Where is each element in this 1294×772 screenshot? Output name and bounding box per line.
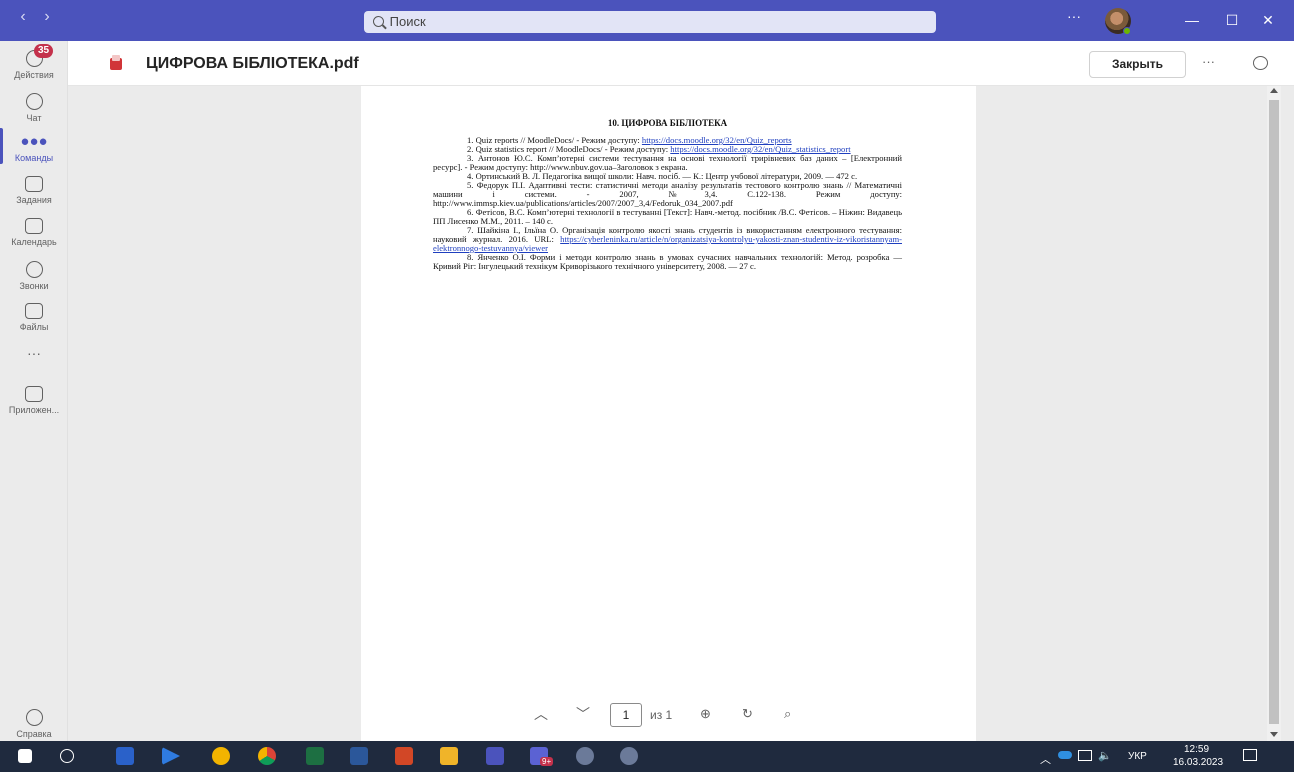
pdf-page: 10. ЦИФРОВА БІБЛІОТЕКА 1. Quiz reports /…: [361, 86, 976, 741]
rail-item-help[interactable]: Справка: [0, 709, 68, 739]
conversation-icon[interactable]: [1253, 56, 1268, 70]
notifications-icon[interactable]: [1243, 749, 1257, 761]
rail-label: Звонки: [19, 281, 49, 291]
file-explorer-icon[interactable]: [440, 747, 458, 765]
document-content: 10. ЦИФРОВА БІБЛІОТЕКА 1. Quiz reports /…: [433, 119, 902, 271]
apps-icon: [25, 386, 43, 402]
rail-label: Команды: [14, 153, 54, 163]
rail-label: Чат: [26, 113, 42, 123]
settings-more-button[interactable]: ···: [1067, 8, 1081, 24]
word-icon[interactable]: [350, 747, 368, 765]
rail-item-chat[interactable]: Чат: [0, 93, 68, 123]
document-heading: 10. ЦИФРОВА БІБЛІОТЕКА: [607, 118, 728, 128]
language-indicator[interactable]: УКР: [1128, 751, 1147, 762]
search-icon: [373, 16, 384, 27]
title-bar: ‹ › Поиск ··· — ☐ ✕: [0, 0, 1294, 41]
scroll-down-arrow-icon[interactable]: [1270, 732, 1278, 737]
page-count: из 1: [650, 708, 673, 722]
windows-start-icon[interactable]: [18, 749, 32, 763]
rail-item-apps[interactable]: Приложен...: [0, 386, 68, 415]
search-document-icon[interactable]: ⌕: [784, 706, 791, 722]
rail-label: Файлы: [19, 322, 49, 332]
pdf-viewer: 10. ЦИФРОВА БІБЛІОТЕКА 1. Quiz reports /…: [68, 86, 1266, 741]
next-page-icon[interactable]: ﹀: [576, 704, 590, 724]
rail-item-teams[interactable]: ●●● Команды: [0, 133, 68, 164]
forward-arrow-icon[interactable]: ›: [36, 8, 58, 26]
volume-icon[interactable]: 🔈: [1098, 749, 1112, 762]
rail-label: Календарь: [11, 237, 57, 247]
reference-item: 8. Янченко О.І. Форми і методи контролю …: [433, 252, 902, 271]
excel-icon[interactable]: [306, 747, 324, 765]
app-yellow-icon[interactable]: [212, 747, 230, 765]
clock-time[interactable]: 12:59: [1184, 744, 1209, 755]
scrollbar-thumb[interactable]: [1269, 100, 1279, 724]
rail-label: Приложен...: [8, 405, 60, 415]
search-placeholder: Поиск: [389, 14, 426, 29]
reference-item: 5. Федорук П.І. Адаптивні тести: статист…: [433, 180, 902, 208]
pdf-file-icon: [110, 55, 122, 70]
clock-date[interactable]: 16.03.2023: [1173, 757, 1223, 768]
search-icon[interactable]: [60, 749, 74, 763]
file-header: ЦИФРОВА БІБЛІОТЕКА.pdf Закрыть ···: [68, 41, 1294, 86]
chat-icon: [25, 93, 43, 110]
onedrive-icon[interactable]: [1058, 751, 1072, 759]
file-icon: [25, 303, 43, 319]
tray-chevron-icon[interactable]: ︿: [1040, 751, 1051, 767]
reference-item: 6. Фетісов, В.С. Комп’ютерні технології …: [433, 207, 902, 226]
search-input[interactable]: Поиск: [364, 11, 936, 33]
network-icon[interactable]: [1078, 750, 1092, 761]
save-disk-icon[interactable]: [116, 747, 134, 765]
back-arrow-icon[interactable]: ‹: [12, 8, 34, 26]
reference-item: 3. Антонов Ю.С. Комп’ютерні системи тест…: [433, 153, 902, 172]
close-button[interactable]: Закрыть: [1089, 51, 1186, 78]
maximize-button[interactable]: ☐: [1212, 0, 1252, 41]
close-window-button[interactable]: ✕: [1248, 0, 1288, 41]
help-icon: [25, 709, 43, 726]
rail-item-calls[interactable]: Звонки: [0, 261, 68, 291]
media-player-icon[interactable]: [162, 747, 180, 765]
rail-item-assignments[interactable]: Задания: [0, 176, 68, 205]
zoom-in-icon[interactable]: ⊕: [700, 706, 711, 722]
previous-page-icon[interactable]: ︿: [534, 704, 548, 724]
rail-more-button[interactable]: ···: [0, 345, 68, 361]
calendar-icon: [25, 218, 43, 234]
powerpoint-icon[interactable]: [395, 747, 413, 765]
document-title: ЦИФРОВА БІБЛІОТЕКА.pdf: [146, 55, 359, 72]
page-toolbar: ︿ ﹀ 1 из 1 ⊕ ↻ ⌕: [520, 698, 800, 732]
page-number-input[interactable]: 1: [610, 703, 642, 727]
teams-icon: ●●●: [20, 133, 48, 150]
reference-item: 7. Шайкіна І., Ільїна О. Організація кон…: [433, 225, 902, 253]
rail-item-calendar[interactable]: Календарь: [0, 218, 68, 247]
scroll-up-arrow-icon[interactable]: [1270, 88, 1278, 93]
rotate-icon[interactable]: ↻: [742, 706, 753, 722]
windows-taskbar: 9+ ︿ 🔈 УКР 12:59 16.03.2023: [0, 741, 1294, 772]
presence-status-icon: [1123, 27, 1131, 35]
rail-item-files[interactable]: Файлы: [0, 303, 68, 332]
app-circle-icon-2[interactable]: [620, 747, 638, 765]
teams-icon[interactable]: [486, 747, 504, 765]
more-options-button[interactable]: ···: [1202, 54, 1215, 69]
vertical-scrollbar[interactable]: [1267, 86, 1281, 741]
teams-taskbar-badge: 9+: [540, 757, 554, 766]
rail-label: Действия: [14, 70, 54, 80]
phone-icon: [25, 261, 43, 278]
rail-label: Справка: [16, 729, 52, 739]
app-circle-icon[interactable]: [576, 747, 594, 765]
notification-badge: 35: [34, 44, 54, 58]
chrome-icon[interactable]: [258, 747, 276, 765]
assignments-icon: [25, 176, 43, 192]
rail-label: Задания: [16, 195, 52, 205]
minimize-button[interactable]: —: [1172, 0, 1212, 41]
